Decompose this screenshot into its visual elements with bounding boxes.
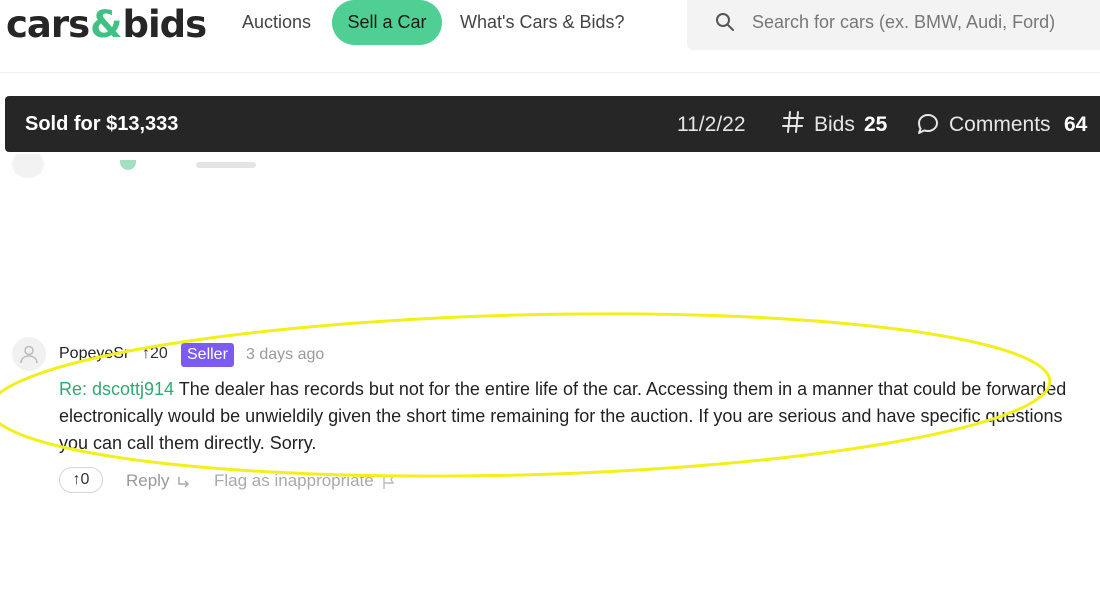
previous-comment-text-fragment bbox=[196, 162, 256, 168]
comment-text: Re: dscottj914 The dealer has records bu… bbox=[59, 376, 1094, 457]
reply-button[interactable]: Reply bbox=[126, 471, 169, 491]
comments-count: 64 bbox=[1064, 113, 1088, 136]
reply-to-link[interactable]: Re: dscottj914 bbox=[59, 379, 174, 399]
bids-label: Bids bbox=[814, 113, 855, 136]
comment-timestamp: 3 days ago bbox=[246, 346, 325, 363]
comment-message: The dealer has records but not for the e… bbox=[59, 379, 1067, 453]
comment-bubble-icon bbox=[918, 114, 938, 134]
flag-icon bbox=[383, 475, 395, 489]
bids-count: 25 bbox=[864, 113, 888, 136]
sell-a-car-button[interactable]: Sell a Car bbox=[332, 0, 442, 45]
comment-username[interactable]: PopeyeSr bbox=[59, 345, 129, 363]
avatar[interactable] bbox=[12, 337, 46, 371]
previous-comment-avatar bbox=[12, 154, 44, 178]
search-icon bbox=[716, 13, 734, 31]
nav-whats-cars-and-bids-link[interactable]: What's Cars & Bids? bbox=[460, 12, 625, 33]
hash-icon bbox=[782, 111, 804, 133]
upvote-button[interactable]: ↑0 bbox=[59, 467, 103, 493]
seller-badge: Seller bbox=[181, 343, 234, 367]
flag-inappropriate-button[interactable]: Flag as inappropriate bbox=[214, 471, 374, 491]
nav-auctions-link[interactable]: Auctions bbox=[242, 12, 311, 33]
auction-summary-bar: Sold for $13,333 11/2/22 Bids 25 Comment… bbox=[5, 96, 1100, 152]
sold-price: Sold for $13,333 bbox=[25, 113, 179, 135]
search-input[interactable] bbox=[752, 8, 1082, 36]
reply-arrow-icon bbox=[178, 477, 190, 488]
site-logo[interactable]: cars & bids bbox=[6, 0, 207, 48]
search-box bbox=[687, 0, 1100, 50]
auction-end-date: 11/2/22 bbox=[677, 113, 746, 136]
user-reputation: ↑20 bbox=[142, 345, 168, 362]
previous-comment-badge-fragment bbox=[120, 160, 136, 170]
logo-bids: bids bbox=[122, 2, 207, 46]
site-header: cars & bids Auctions Sell a Car What's Car… bbox=[0, 0, 1100, 73]
comments-label: Comments bbox=[949, 113, 1051, 136]
logo-cars: cars bbox=[6, 2, 90, 46]
logo-ampersand: & bbox=[90, 2, 122, 46]
user-icon bbox=[20, 345, 38, 364]
